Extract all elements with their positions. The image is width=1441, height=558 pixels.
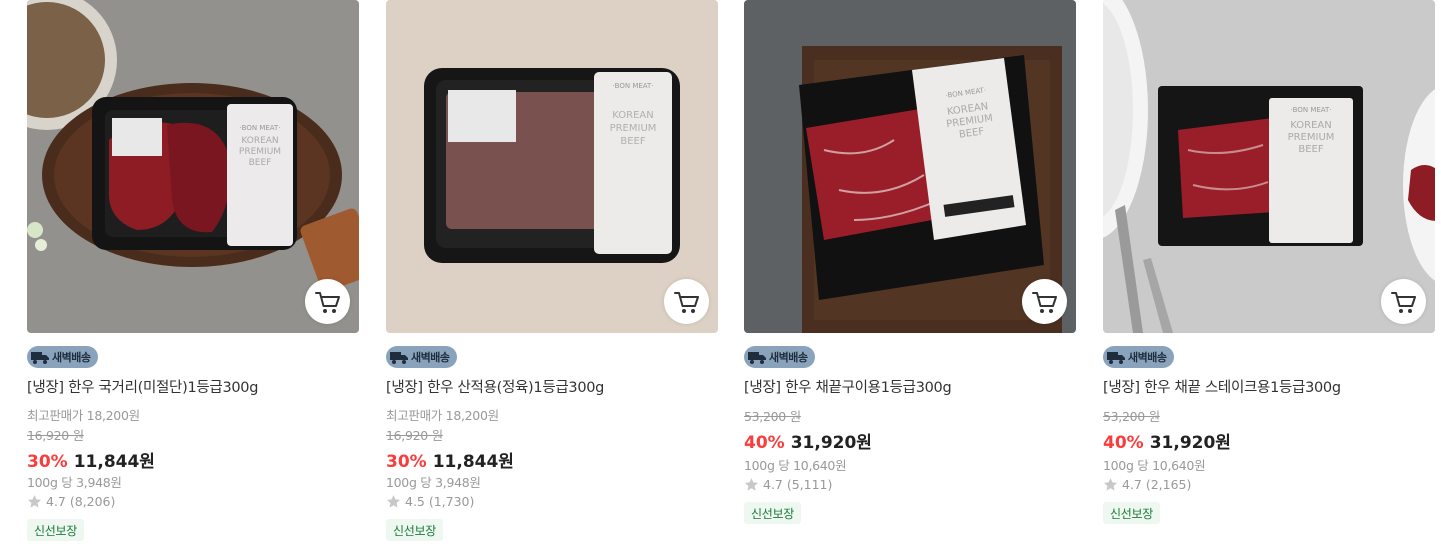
add-to-cart-button[interactable] [664,279,709,324]
product-name[interactable]: [냉장] 한우 채끝구이용1등급300g [744,376,1076,397]
unit-price: 100g 당 3,948원 [27,475,122,490]
price-row: 30% 11,844원 [27,447,155,472]
rating-value: 4.7 (2,165) [1122,477,1192,492]
product-card[interactable]: ·BON MEAT· KOREAN PREMIUM BEEF 새벽배송 [냉장]… [27,0,359,541]
svg-text:BEEF: BEEF [249,158,272,168]
sale-price: 11,844원 [432,452,514,472]
truck-icon [1107,352,1125,364]
rating: 4.7 (2,165) [1103,477,1191,492]
star-icon [1103,478,1118,491]
original-price: 16,920 원 [27,428,84,443]
product-card[interactable]: ·BON MEAT· KOREAN PREMIUM BEEF 새벽배송 [냉장]… [1103,0,1435,524]
sale-price: 11,844원 [73,452,155,472]
top-price-label: 최고판매가 18,200원 [27,408,140,423]
badge-label: 새벽배송 [769,351,808,364]
unit-price: 100g 당 3,948원 [386,475,481,490]
product-image[interactable]: ·BON MEAT· KOREAN PREMIUM BEEF [744,0,1076,333]
truck-icon [31,352,49,364]
rating: 4.5 (1,730) [386,494,474,509]
original-price: 16,920 원 [386,428,443,443]
cart-icon [673,291,699,313]
original-price: 53,200 원 [1103,409,1160,424]
dawn-delivery-badge: 새벽배송 [744,346,816,368]
star-icon [744,478,759,491]
beef-soup-cut-photo: ·BON MEAT· KOREAN PREMIUM BEEF [27,0,359,333]
discount-rate: 40% [1103,433,1144,453]
discount-rate: 30% [386,452,427,472]
svg-text:KOREAN: KOREAN [1290,120,1331,131]
product-name[interactable]: [냉장] 한우 채끝 스테이크용1등급300g [1103,376,1435,397]
product-card[interactable]: ·BON MEAT· KOREAN PREMIUM BEEF 새벽배송 [냉장]… [744,0,1076,524]
svg-text:·BON MEAT·: ·BON MEAT· [612,82,653,90]
svg-text:·BON MEAT·: ·BON MEAT· [239,124,280,132]
svg-text:KOREAN: KOREAN [612,110,653,121]
discount-rate: 40% [744,433,785,453]
product-image[interactable]: ·BON MEAT· KOREAN PREMIUM BEEF [386,0,718,333]
dawn-delivery-badge: 새벽배송 [1103,346,1175,368]
add-to-cart-button[interactable] [305,279,350,324]
svg-text:KOREAN: KOREAN [241,136,278,146]
freshness-tag: 신선보장 [386,519,443,541]
svg-text:PREMIUM: PREMIUM [239,147,281,157]
product-image[interactable]: ·BON MEAT· KOREAN PREMIUM BEEF [1103,0,1435,333]
truck-icon [748,352,766,364]
badge-label: 새벽배송 [411,351,450,364]
star-icon [27,495,42,508]
svg-text:BEEF: BEEF [1298,144,1323,155]
badge-label: 새벽배송 [52,351,91,364]
rating-value: 4.7 (8,206) [46,494,116,509]
rating-value: 4.7 (5,111) [763,477,833,492]
top-price-label: 최고판매가 18,200원 [386,408,499,423]
rating: 4.7 (5,111) [744,477,832,492]
add-to-cart-button[interactable] [1381,279,1426,324]
price-row: 30% 11,844원 [386,447,514,472]
beef-skewer-cut-photo: ·BON MEAT· KOREAN PREMIUM BEEF [386,0,718,333]
product-grid: ·BON MEAT· KOREAN PREMIUM BEEF 새벽배송 [냉장]… [0,0,1441,558]
svg-text:BEEF: BEEF [620,136,645,147]
freshness-tag: 신선보장 [744,502,801,524]
rating-value: 4.5 (1,730) [405,494,475,509]
cart-icon [314,291,340,313]
striploin-grill-cut-photo: ·BON MEAT· KOREAN PREMIUM BEEF [744,0,1076,333]
price-row: 40% 31,920원 [1103,428,1231,453]
cart-icon [1390,291,1416,313]
badge-label: 새벽배송 [1128,351,1167,364]
sale-price: 31,920원 [1149,433,1231,453]
add-to-cart-button[interactable] [1022,279,1067,324]
discount-rate: 30% [27,452,68,472]
unit-price: 100g 당 10,640원 [744,458,847,473]
svg-text:·BON MEAT·: ·BON MEAT· [1290,106,1331,114]
svg-text:PREMIUM: PREMIUM [610,123,657,134]
original-price: 53,200 원 [744,409,801,424]
rating: 4.7 (8,206) [27,494,115,509]
product-name[interactable]: [냉장] 한우 국거리(미절단)1등급300g [27,376,359,397]
dawn-delivery-badge: 새벽배송 [386,346,458,368]
striploin-steak-cut-photo: ·BON MEAT· KOREAN PREMIUM BEEF [1103,0,1435,333]
sale-price: 31,920원 [790,433,872,453]
unit-price: 100g 당 10,640원 [1103,458,1206,473]
product-card[interactable]: ·BON MEAT· KOREAN PREMIUM BEEF 새벽배송 [냉장]… [386,0,718,541]
price-row: 40% 31,920원 [744,428,872,453]
star-icon [386,495,401,508]
freshness-tag: 신선보장 [27,519,84,541]
cart-icon [1031,291,1057,313]
truck-icon [390,352,408,364]
product-image[interactable]: ·BON MEAT· KOREAN PREMIUM BEEF [27,0,359,333]
dawn-delivery-badge: 새벽배송 [27,346,99,368]
svg-text:PREMIUM: PREMIUM [1288,132,1335,143]
freshness-tag: 신선보장 [1103,502,1160,524]
product-name[interactable]: [냉장] 한우 산적용(정육)1등급300g [386,376,718,397]
